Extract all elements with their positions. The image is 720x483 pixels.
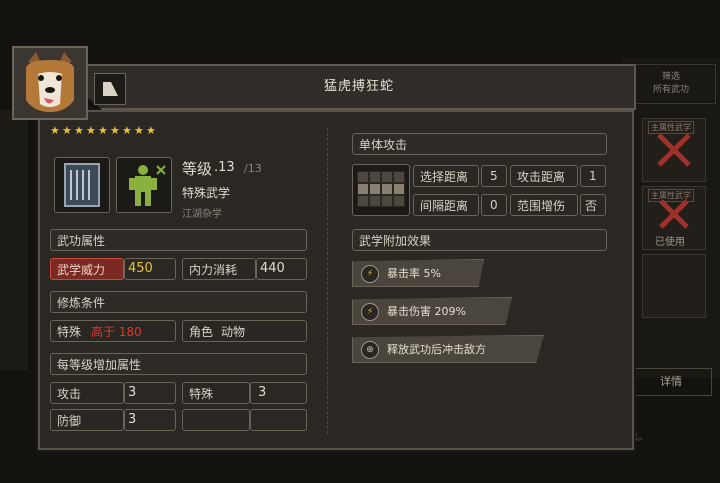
cond-row-1: 特殊 高于 180 [50,320,176,342]
effect-text-3: 释放武功后冲击敌方 [387,343,486,356]
cond-value-1: 高于 180 [91,324,142,339]
skill-scroll-icon [54,157,110,213]
effect-text-2: 暴击伤害 209% [387,305,466,318]
filter-label: 筛选 [661,72,680,82]
star-icon: ★ [74,124,84,137]
range-label-attack: 攻击距离 [510,165,578,187]
per-level-value-3: 3 [128,412,137,427]
per-level-label-1: 攻击 [50,382,124,404]
star-icon: ★ [50,124,60,137]
used-label: 已使用 [655,237,685,248]
martial-figure-icon [116,157,172,213]
effect-item-1: ⚡ 暴击率 5% [352,259,484,287]
per-level-frame-4 [250,409,307,431]
per-level-value-2: 3 [258,385,267,400]
cond-header: 修炼条件 [50,291,307,313]
effects-header: 武学附加效果 [352,229,607,251]
attack-header: 单体攻击 [352,133,607,155]
collapse-icon[interactable] [94,73,126,105]
per-level-label-4 [182,409,250,431]
cond-row-2: 角色 动物 [182,320,307,342]
crosshair-icon: ⊕ [361,341,379,359]
range-grid-icon [352,164,410,216]
cond-label-2: 角色 [189,324,214,339]
per-level-label-3: 防御 [50,409,124,431]
range-value-select: 5 [481,165,507,187]
attr-value-power-frame [124,258,176,280]
star-icon: ★ [122,124,132,137]
star-icon: ★ [110,124,120,137]
skill-tag-1: 主属性武学 [648,121,694,134]
attr-value-mp-frame [256,258,307,280]
range-label-interval: 间隔距离 [413,194,479,216]
lightning-icon: ⚡ [361,303,379,321]
skill-tag-2: 主属性武学 [648,189,694,202]
effect-item-2: ⚡ 暴击伤害 209% [352,297,512,325]
filter-button[interactable]: 筛选 所有武功 [626,64,716,104]
lightning-icon: ⚡ [361,265,379,283]
filter-value: 所有武功 [652,85,689,95]
cond-label-1: 特殊 [57,324,82,339]
range-value-attack: 1 [580,165,606,187]
range-label-aoe: 范围增伤 [510,194,578,216]
attr-label-mp: 内力消耗 [182,258,256,280]
detail-button[interactable]: 详情 [630,368,712,396]
star-icon: ★ [134,124,144,137]
attr-header: 武功属性 [50,229,307,251]
character-avatar [12,46,88,120]
skill-title: 猛虎搏狂蛇 [323,79,394,94]
dog-portrait-icon [14,48,86,118]
skill-school: 江湖杂学 [182,209,222,220]
effect-item-3: ⊕ 释放武功后冲击敌方 [352,335,544,363]
level-value: .13 [214,160,235,175]
background-left-strip [0,110,28,370]
level-max: /13 [244,162,262,175]
range-value-aoe: 否 [580,194,606,216]
per-level-header: 每等级增加属性 [50,353,307,375]
skill-type: 特殊武学 [182,186,231,200]
star-icon: ★ [98,124,108,137]
range-value-interval: 0 [481,194,507,216]
star-icon: ★ [146,124,156,137]
skill-slot-3[interactable] [642,254,706,318]
range-label-select: 选择距离 [413,165,479,187]
panel-divider [327,128,329,434]
level-label: 等级 [182,160,213,178]
effect-text-1: 暴击率 5% [387,267,441,280]
star-icon: ★ [86,124,96,137]
attr-label-power: 武学威力 [50,258,124,280]
cond-value-2: 动物 [221,324,246,339]
star-icon: ★ [62,124,72,137]
background-skill-list: 筛选 所有武功 主属性武学 主属性武学 已使用 [622,58,720,378]
per-level-value-1: 3 [128,385,137,400]
per-level-label-2: 特殊 [182,382,250,404]
